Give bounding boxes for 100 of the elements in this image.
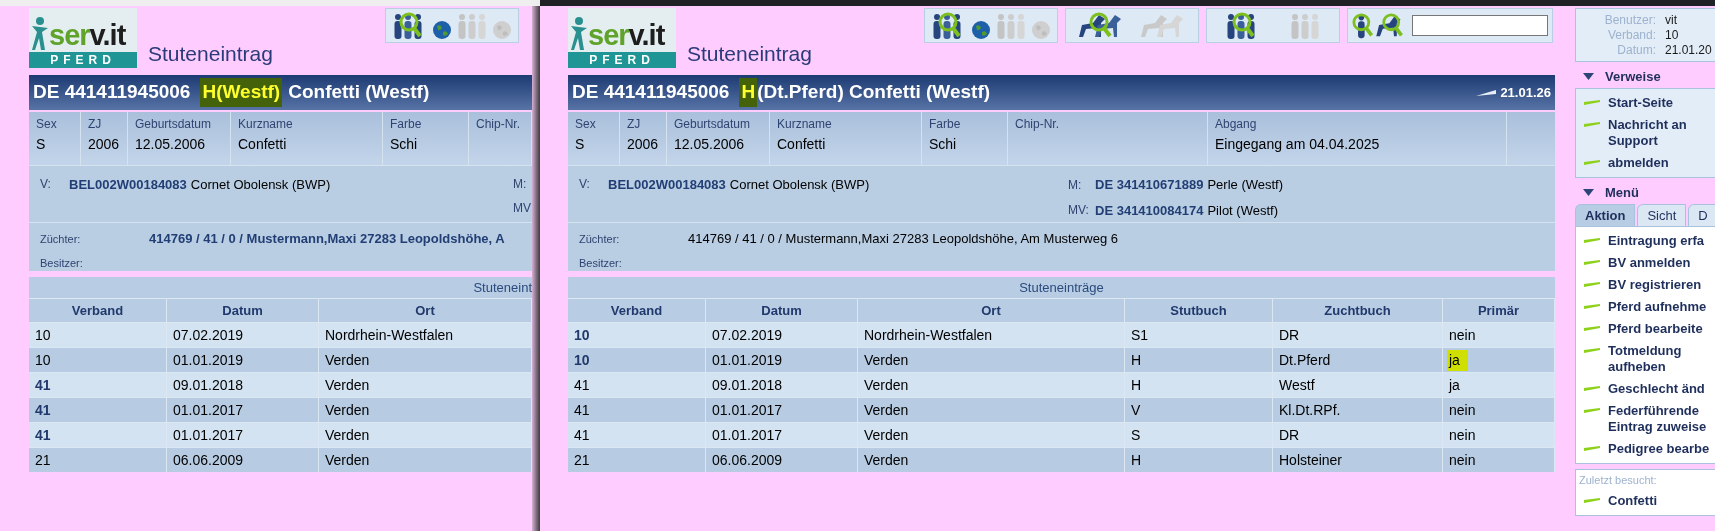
recent-title: Zuletzt besucht: — [1578, 473, 1658, 488]
table-cell-text: 06.06.2009 — [173, 450, 244, 470]
sidebar-link[interactable]: Nachricht an Support — [1608, 117, 1687, 149]
field-value: 12.05.2006 — [135, 136, 207, 154]
table-cell-text: DR — [1279, 325, 1300, 345]
field-label: Chip-Nr. — [476, 117, 521, 132]
sidebar-link[interactable]: Eintragung erfa — [1608, 233, 1705, 249]
sidebar-link[interactable]: Start-Seite — [1608, 95, 1674, 111]
user-value: 21.01.20 — [1665, 42, 1712, 58]
field-value: S — [36, 136, 47, 154]
menu-tab[interactable]: D — [1688, 204, 1715, 226]
table-cell-text: nein — [1449, 425, 1476, 445]
sire-id: BEL002W00184083 — [69, 176, 187, 194]
table-cell-text: 41 — [35, 375, 51, 395]
field-label: Sex — [575, 117, 597, 132]
record-id: DE 441411945006 — [572, 80, 730, 105]
user-value: 10 — [1665, 27, 1679, 43]
menu-tab[interactable]: Sicht — [1637, 204, 1687, 226]
page-title: Stuteneintrag — [148, 43, 273, 64]
table-cell-text: 41 — [574, 400, 590, 420]
table-caption: Stuteneint — [473, 278, 532, 297]
table-cell-text: Verden — [325, 400, 370, 420]
sidebar-link[interactable]: Pferd aufnehme — [1608, 299, 1707, 315]
logo-subtitle: PFERD — [589, 54, 655, 66]
parent-label: M: — [513, 176, 528, 193]
table-cell-text: 01.01.2019 — [173, 350, 244, 370]
sidebar-link[interactable]: Federführende Eintrag zuweise — [1608, 403, 1707, 435]
table-cell-text: Verden — [864, 400, 909, 420]
sidebar-link[interactable]: Confetti — [1608, 492, 1658, 509]
table-cell-text: ja — [1449, 375, 1460, 395]
sire-label: V: — [40, 176, 52, 193]
field-label: Geburtsdatum — [674, 117, 752, 132]
owner-label: Besitzer: — [579, 255, 623, 271]
record-id: DE 441411945006 — [33, 80, 191, 105]
table-cell-text: 41 — [35, 400, 51, 420]
table-cell-text: Verden — [325, 450, 370, 470]
table-cell-text: 09.01.2018 — [712, 375, 783, 395]
field-label: Kurzname — [777, 117, 833, 132]
table-cell-text: 10 — [35, 325, 51, 345]
user-value: vit — [1665, 12, 1677, 28]
section-title: Menü — [1605, 184, 1639, 203]
field-value: S — [575, 136, 586, 154]
logo-subtitle: PFERD — [50, 54, 116, 66]
table-cell-text: H — [1131, 375, 1142, 395]
table-cell-text: 10 — [35, 350, 51, 370]
parent-label: MV — [513, 200, 532, 217]
field-label: Kurzname — [238, 117, 294, 132]
sidebar-link[interactable]: BV anmelden — [1608, 255, 1691, 271]
table-cell-text: Verden — [864, 375, 909, 395]
user-label: Datum: — [1616, 42, 1656, 58]
table-cell-text: 41 — [574, 425, 590, 445]
menu-tab[interactable]: Aktion — [1575, 204, 1636, 226]
sire-label: V: — [579, 176, 591, 193]
table-cell-text: Holsteiner — [1279, 450, 1343, 470]
logo-text: serv.it — [588, 21, 665, 50]
sidebar-link[interactable]: BV registrieren — [1608, 277, 1702, 293]
sire-name: Cornet Obolensk (BWP) — [729, 176, 870, 194]
table-cell: ja — [1447, 349, 1468, 371]
table-cell-text: 07.02.2019 — [712, 325, 783, 345]
field-value: Schi — [929, 136, 958, 154]
table-cell-text: H — [1131, 350, 1142, 370]
parent-label: M: — [1068, 176, 1083, 194]
table-cell-text: 01.01.2017 — [173, 425, 244, 445]
table-cell-text: 01.01.2019 — [712, 350, 783, 370]
table-cell-text: 01.01.2017 — [712, 400, 783, 420]
table-cell-text: Nordrhein-Westfalen — [864, 325, 993, 345]
breed-mark: H(Westf) — [200, 78, 283, 107]
owner-label: Besitzer: — [40, 255, 84, 271]
table-cell-text: 07.02.2019 — [173, 325, 244, 345]
field-label: ZJ — [627, 117, 642, 132]
sidebar-link[interactable]: Totmeldung aufheben — [1608, 343, 1682, 375]
sidebar-link[interactable]: Pferd bearbeite — [1608, 321, 1703, 337]
field-value: 12.05.2006 — [674, 136, 746, 154]
owner-value: 414769 / 41 / 0 / Mustermann,Maxi 27283 Leopoldshöhe, A — [149, 230, 505, 248]
table-cell-text: 21 — [35, 450, 51, 470]
table-caption: Stuteneinträge — [1019, 278, 1104, 297]
table-cell-text: Dt.Pferd — [1279, 350, 1331, 370]
field-value: Confetti — [238, 136, 288, 154]
table-cell-text: Verden — [864, 350, 909, 370]
table-cell-text: Verden — [325, 425, 370, 445]
sire-name: Cornet Obolensk (BWP) — [190, 176, 331, 194]
table-cell-text: 09.01.2018 — [173, 375, 244, 395]
record-name: Confetti (Westf) — [288, 80, 430, 105]
header-date: 21.01.26 — [1500, 83, 1551, 102]
field-value: Schi — [390, 136, 419, 154]
sidebar-link[interactable]: Geschlecht änd — [1608, 381, 1705, 397]
table-cell-text: 01.01.2017 — [173, 400, 244, 420]
sire-id: BEL002W00184083 — [608, 176, 726, 194]
breed-mark: H — [739, 78, 758, 107]
field-value: Confetti — [777, 136, 827, 154]
table-cell-text: 01.01.2017 — [712, 425, 783, 445]
field-label: Geburtsdatum — [135, 117, 213, 132]
table-cell-text: 21 — [574, 450, 590, 470]
table-cell-text: Westf — [1279, 375, 1315, 395]
sidebar-link[interactable]: abmelden — [1608, 155, 1669, 171]
table-cell-text: DR — [1279, 425, 1300, 445]
sidebar-link[interactable]: Pedigree bearbe — [1608, 441, 1710, 457]
table-cell-text: 10 — [574, 325, 590, 345]
field-label: Sex — [36, 117, 58, 132]
table-cell-text: S — [1131, 425, 1141, 445]
